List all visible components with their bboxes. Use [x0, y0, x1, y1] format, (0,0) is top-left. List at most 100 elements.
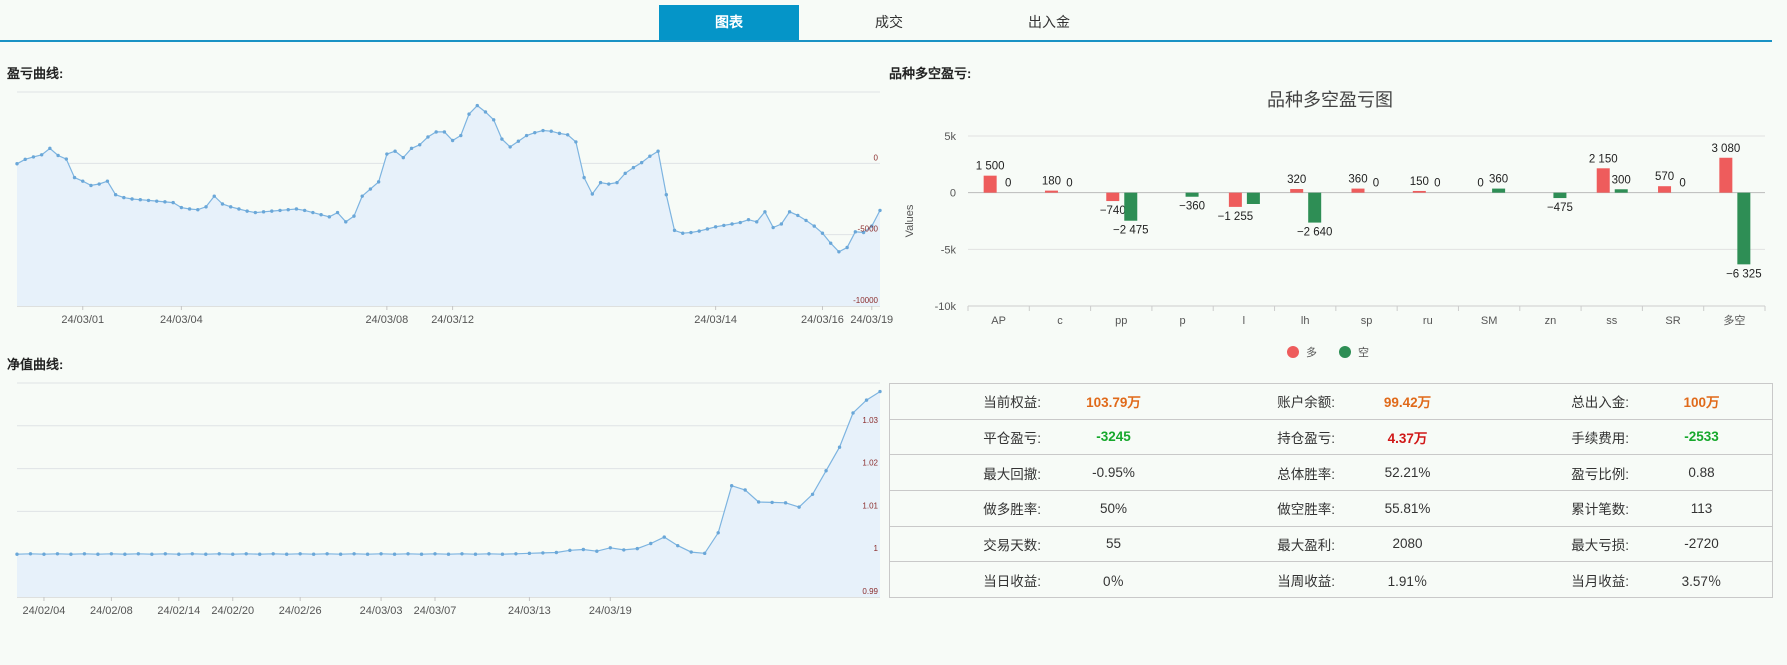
data-label: −2 640 — [1297, 227, 1333, 239]
data-point — [433, 552, 437, 556]
tab-deposits[interactable]: 出入金 — [979, 5, 1119, 40]
data-point — [500, 552, 505, 556]
stat-value: 99.42万 — [1383, 395, 1432, 411]
data-label: 150 — [1410, 176, 1429, 188]
bar-多[interactable] — [1106, 192, 1120, 202]
data-point — [460, 552, 464, 556]
stat-label: 手续费用: — [1477, 418, 1631, 455]
stat-label: 最大亏损: — [1477, 525, 1631, 562]
bar-空[interactable] — [1308, 192, 1322, 223]
y-tick-label: -5k — [941, 244, 957, 256]
data-point — [656, 149, 660, 153]
bar-空[interactable] — [1124, 192, 1138, 221]
data-point — [541, 551, 545, 555]
legend-label[interactable]: 多 — [1306, 345, 1317, 359]
data-label: 0 — [1066, 178, 1072, 190]
legend-label[interactable]: 空 — [1358, 345, 1369, 359]
data-point — [204, 205, 208, 209]
data-point — [56, 153, 60, 158]
data-point — [28, 552, 33, 556]
data-point — [853, 230, 858, 234]
data-label: 360 — [1489, 174, 1508, 186]
data-point — [787, 210, 792, 214]
data-point — [409, 146, 414, 151]
bar-多[interactable] — [1412, 190, 1426, 193]
data-point — [527, 551, 532, 556]
bar-多[interactable] — [1044, 190, 1058, 193]
data-point — [851, 411, 855, 415]
bar-多[interactable] — [983, 175, 997, 193]
data-point — [812, 224, 816, 228]
bar-多[interactable] — [1658, 186, 1672, 193]
x-tick-label: 24/03/01 — [61, 314, 104, 326]
data-point — [42, 552, 46, 556]
data-point — [622, 548, 626, 552]
data-label: 3 080 — [1711, 143, 1740, 155]
data-point — [729, 484, 734, 488]
bar-空[interactable] — [1737, 192, 1751, 265]
bar-多[interactable] — [1596, 168, 1610, 193]
stat-value: 1.91％ — [1337, 561, 1478, 598]
data-point — [713, 225, 718, 229]
data-point — [743, 488, 747, 492]
data-point — [228, 205, 233, 209]
data-point — [615, 180, 619, 185]
data-point — [171, 200, 175, 205]
bar-空[interactable] — [1185, 192, 1199, 197]
data-point — [327, 215, 332, 219]
data-point — [756, 500, 761, 504]
variety-pnl-chart: 品种多空盈亏图Values5k0-5k-10kAP1 5000c180 0pp−7… — [904, 90, 1766, 359]
data-point — [138, 198, 142, 202]
data-point — [450, 138, 455, 143]
bar-多[interactable] — [1228, 192, 1242, 207]
data-point — [217, 552, 221, 556]
data-point — [365, 552, 370, 556]
data-point — [146, 198, 151, 203]
bar-多[interactable] — [1351, 188, 1365, 193]
data-point — [607, 182, 611, 186]
x-tick-label: pp — [1115, 315, 1127, 327]
data-point — [649, 541, 653, 546]
data-point — [150, 552, 154, 556]
legend-marker-0[interactable] — [1287, 346, 1299, 358]
nav-curve-label: 净值曲线: — [7, 357, 64, 372]
data-point — [820, 231, 825, 235]
stat-value: 2080 — [1337, 525, 1478, 562]
stat-value: 3.57％ — [1631, 561, 1773, 598]
data-point — [763, 210, 767, 214]
stat-label: 当周收益: — [1183, 561, 1338, 598]
data-label: 0 — [1477, 178, 1483, 190]
x-tick-label: 24/02/04 — [23, 605, 66, 617]
bar-多[interactable] — [1290, 189, 1304, 193]
x-tick-label: 24/03/19 — [589, 605, 632, 617]
x-tick-label: SR — [1665, 315, 1680, 327]
bar-空[interactable] — [1492, 188, 1506, 193]
x-tick-label: 24/03/13 — [508, 605, 551, 617]
bar-空[interactable] — [1246, 192, 1260, 204]
data-label: 2 150 — [1589, 153, 1618, 165]
bar-空[interactable] — [1614, 189, 1628, 193]
tab-charts[interactable]: 图表 — [659, 5, 799, 40]
legend-marker-1[interactable] — [1339, 346, 1351, 358]
bar-多[interactable] — [1719, 157, 1733, 193]
tab-trades[interactable]: 成交 — [819, 5, 959, 40]
x-tick-label: ss — [1606, 315, 1618, 327]
data-point — [557, 131, 562, 136]
stat-value: 55.81% — [1337, 489, 1478, 527]
data-point — [581, 547, 586, 552]
data-point — [15, 552, 19, 556]
data-point — [294, 207, 299, 211]
stat-label: 做空胜率: — [1183, 489, 1338, 527]
y-axis-label: Values — [904, 204, 916, 237]
stat-label: 累计笔数: — [1477, 489, 1631, 527]
data-point — [864, 398, 869, 402]
data-point — [514, 552, 518, 556]
bar-空[interactable] — [1553, 192, 1567, 199]
data-label: 360 — [1348, 174, 1367, 186]
x-tick-label: 24/03/16 — [801, 314, 844, 326]
data-label: 180 — [1042, 176, 1061, 188]
data-point — [648, 154, 652, 158]
data-point — [23, 157, 27, 162]
data-point — [755, 220, 759, 224]
y-tick-label: 5k — [944, 131, 956, 143]
